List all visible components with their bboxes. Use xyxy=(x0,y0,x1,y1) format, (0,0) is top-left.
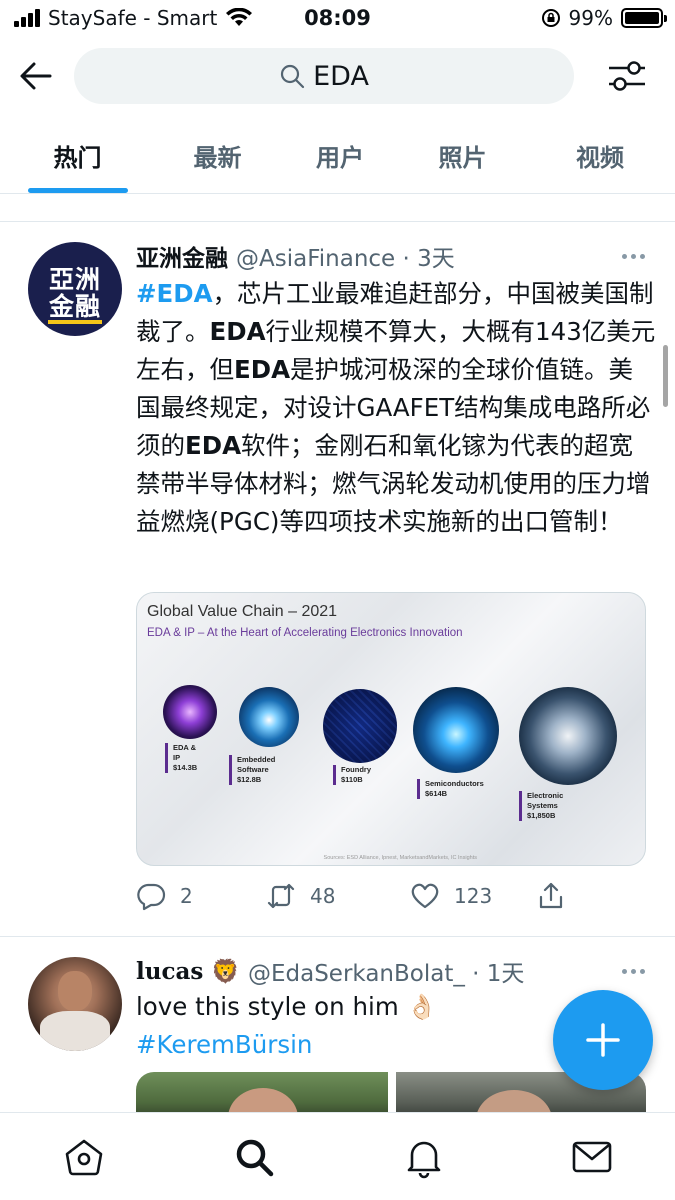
chain-name: Electronic Systems xyxy=(527,791,564,810)
search-input[interactable]: EDA xyxy=(74,48,574,104)
more-options-icon[interactable] xyxy=(622,254,645,259)
like-count: 123 xyxy=(454,884,493,908)
tab-photos[interactable]: 照片 xyxy=(400,118,525,193)
avatar-text-bottom: 金融 xyxy=(48,292,101,321)
retweet-button[interactable]: 48 xyxy=(266,881,410,911)
status-right: 99% xyxy=(541,6,667,30)
media-source: Sources: ESD Alliance, Ipnest, Marketsan… xyxy=(323,855,477,861)
chip-orb-icon xyxy=(163,685,217,739)
wafer-orb-icon xyxy=(323,689,397,763)
nav-notifications[interactable] xyxy=(402,1135,446,1179)
reply-count: 2 xyxy=(180,884,193,908)
orientation-lock-icon xyxy=(541,9,560,27)
back-button[interactable] xyxy=(18,58,54,94)
hashtag-link[interactable]: #EDA xyxy=(136,279,213,308)
nav-messages[interactable] xyxy=(570,1135,614,1179)
tab-latest[interactable]: 最新 xyxy=(155,118,280,193)
search-icon xyxy=(280,64,305,89)
tweet-actions: 2 48 123 xyxy=(136,876,656,916)
tab-videos[interactable]: 视频 xyxy=(525,118,675,193)
chain-value: $12.8B xyxy=(237,775,262,784)
arrow-left-icon xyxy=(20,62,52,90)
media-subtitle: EDA & IP – At the Heart of Accelerating … xyxy=(147,627,463,639)
more-options-icon[interactable] xyxy=(622,969,645,974)
avatar-figure xyxy=(58,971,92,1011)
tweet-text: #EDA，芯片工业最难追赶部分，中国被美国制裁了。EDA行业规模不算大，大概有1… xyxy=(136,275,656,541)
avatar[interactable] xyxy=(28,957,122,1051)
chain-name: EDA & IP xyxy=(173,743,197,762)
retweet-count: 48 xyxy=(310,884,336,908)
chain-value: $14.3B xyxy=(173,763,198,772)
status-bar: StaySafe - Smart 08:09 99% xyxy=(0,0,675,38)
chain-value: $1,850B xyxy=(527,811,556,820)
share-icon xyxy=(539,882,563,909)
reply-icon xyxy=(137,883,166,911)
tweet-header: 亚洲金融 @AsiaFinance · 3天 xyxy=(136,238,655,274)
tweet-media-image[interactable]: Global Value Chain – 2021 EDA & IP – At … xyxy=(136,592,646,866)
search-tabs: 热门 最新 用户 照片 视频 xyxy=(0,118,675,194)
semiconductor-orb-icon xyxy=(413,687,499,773)
search-filter-button[interactable] xyxy=(607,56,647,96)
chain-name: Embedded Software xyxy=(237,755,276,774)
tweet-text-bold: EDA xyxy=(185,431,242,460)
chain-name: Semiconductors xyxy=(425,779,484,788)
filter-sliders-icon xyxy=(609,61,645,91)
author-handle[interactable]: @AsiaFinance · 3天 xyxy=(236,239,455,273)
search-query: EDA xyxy=(313,60,369,92)
plus-icon xyxy=(586,1023,620,1057)
search-icon xyxy=(236,1139,274,1177)
bell-icon xyxy=(407,1141,441,1179)
avatar-figure-body xyxy=(40,1011,110,1051)
chain-name: Foundry xyxy=(341,765,371,774)
scroll-indicator xyxy=(663,345,668,407)
avatar[interactable]: 亞洲 金融 xyxy=(28,242,122,336)
author-handle[interactable]: @EdaSerkanBolat_ · 1天 xyxy=(248,954,524,988)
tweet-text-bold: EDA xyxy=(234,355,291,384)
heart-icon xyxy=(411,883,439,909)
home-icon xyxy=(65,1139,103,1176)
electronics-orb-icon xyxy=(519,687,617,785)
compose-tweet-button[interactable] xyxy=(553,990,653,1090)
tab-people[interactable]: 用户 xyxy=(280,118,400,193)
search-header: EDA xyxy=(0,44,675,108)
avatar-underline xyxy=(48,320,102,324)
nav-home[interactable] xyxy=(62,1135,106,1179)
bottom-nav xyxy=(0,1112,675,1200)
author-name[interactable]: lucas 🦁 xyxy=(136,958,240,985)
tweet-header: lucas 🦁 @EdaSerkanBolat_ · 1天 xyxy=(136,953,655,989)
nav-explore[interactable] xyxy=(232,1135,276,1179)
battery-icon xyxy=(621,8,667,28)
battery-percent: 99% xyxy=(568,6,613,30)
tab-top[interactable]: 热门 xyxy=(0,118,155,193)
tweet-text-bold: EDA xyxy=(209,317,266,346)
divider xyxy=(0,221,675,222)
chain-value: $614B xyxy=(425,789,448,798)
retweet-icon xyxy=(267,883,295,909)
share-button[interactable] xyxy=(536,881,566,911)
media-title: Global Value Chain – 2021 xyxy=(147,603,338,620)
like-button[interactable]: 123 xyxy=(410,881,536,911)
divider xyxy=(0,936,675,937)
software-orb-icon xyxy=(239,687,299,747)
reply-button[interactable]: 2 xyxy=(136,881,266,911)
author-name[interactable]: 亚洲金融 xyxy=(136,239,228,273)
chain-value: $110B xyxy=(341,775,363,784)
mail-icon xyxy=(572,1141,612,1173)
